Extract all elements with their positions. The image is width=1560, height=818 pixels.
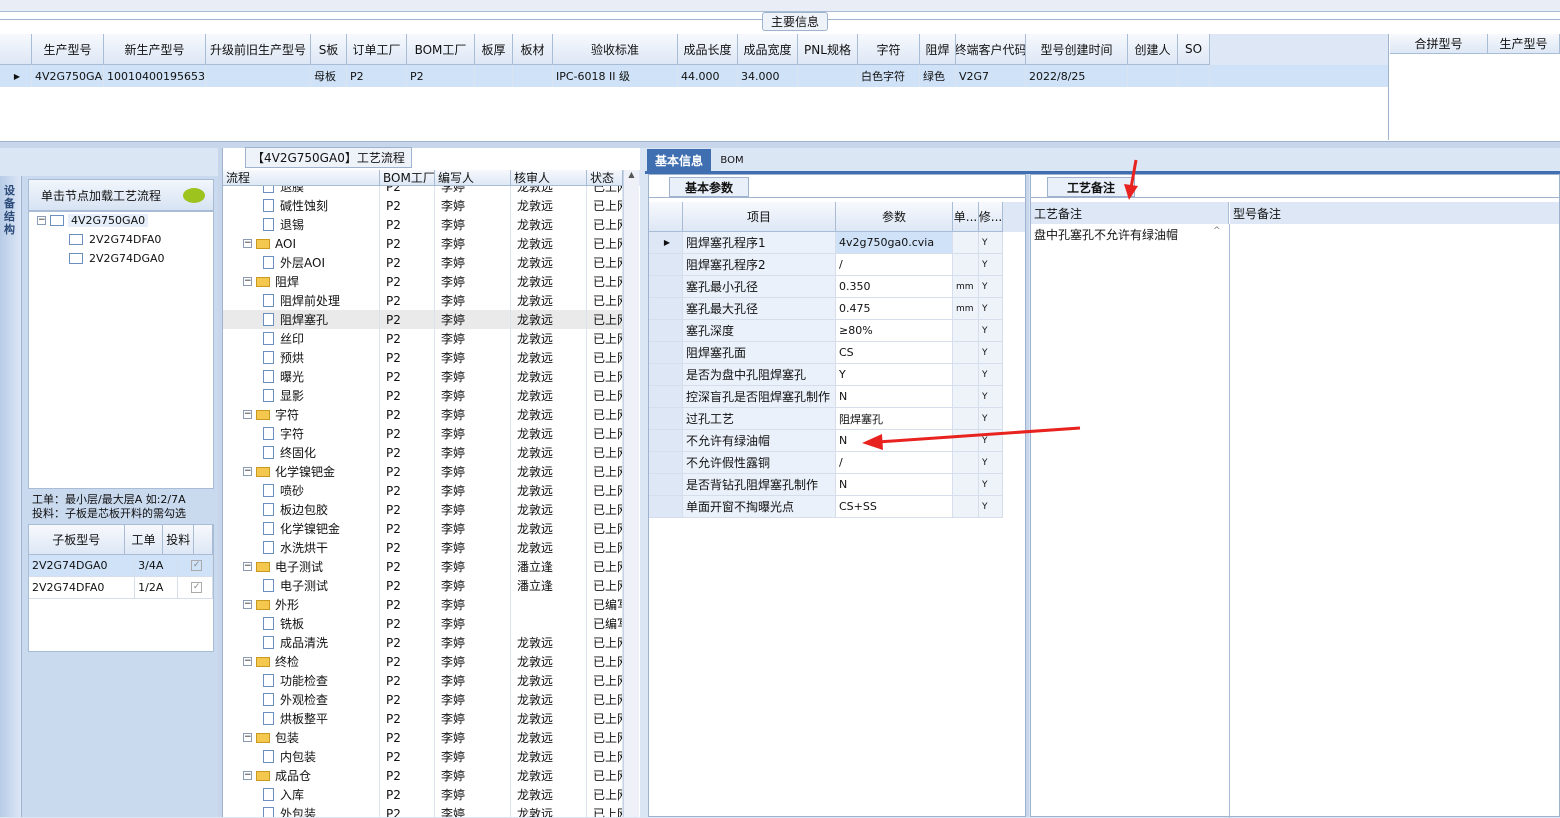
red-arrow-head xyxy=(862,434,883,450)
red-arrow-line xyxy=(877,426,1081,444)
red-arrow-head xyxy=(1124,184,1138,200)
red-arrow-line xyxy=(1129,159,1138,189)
annotation-overlay xyxy=(862,159,1138,450)
